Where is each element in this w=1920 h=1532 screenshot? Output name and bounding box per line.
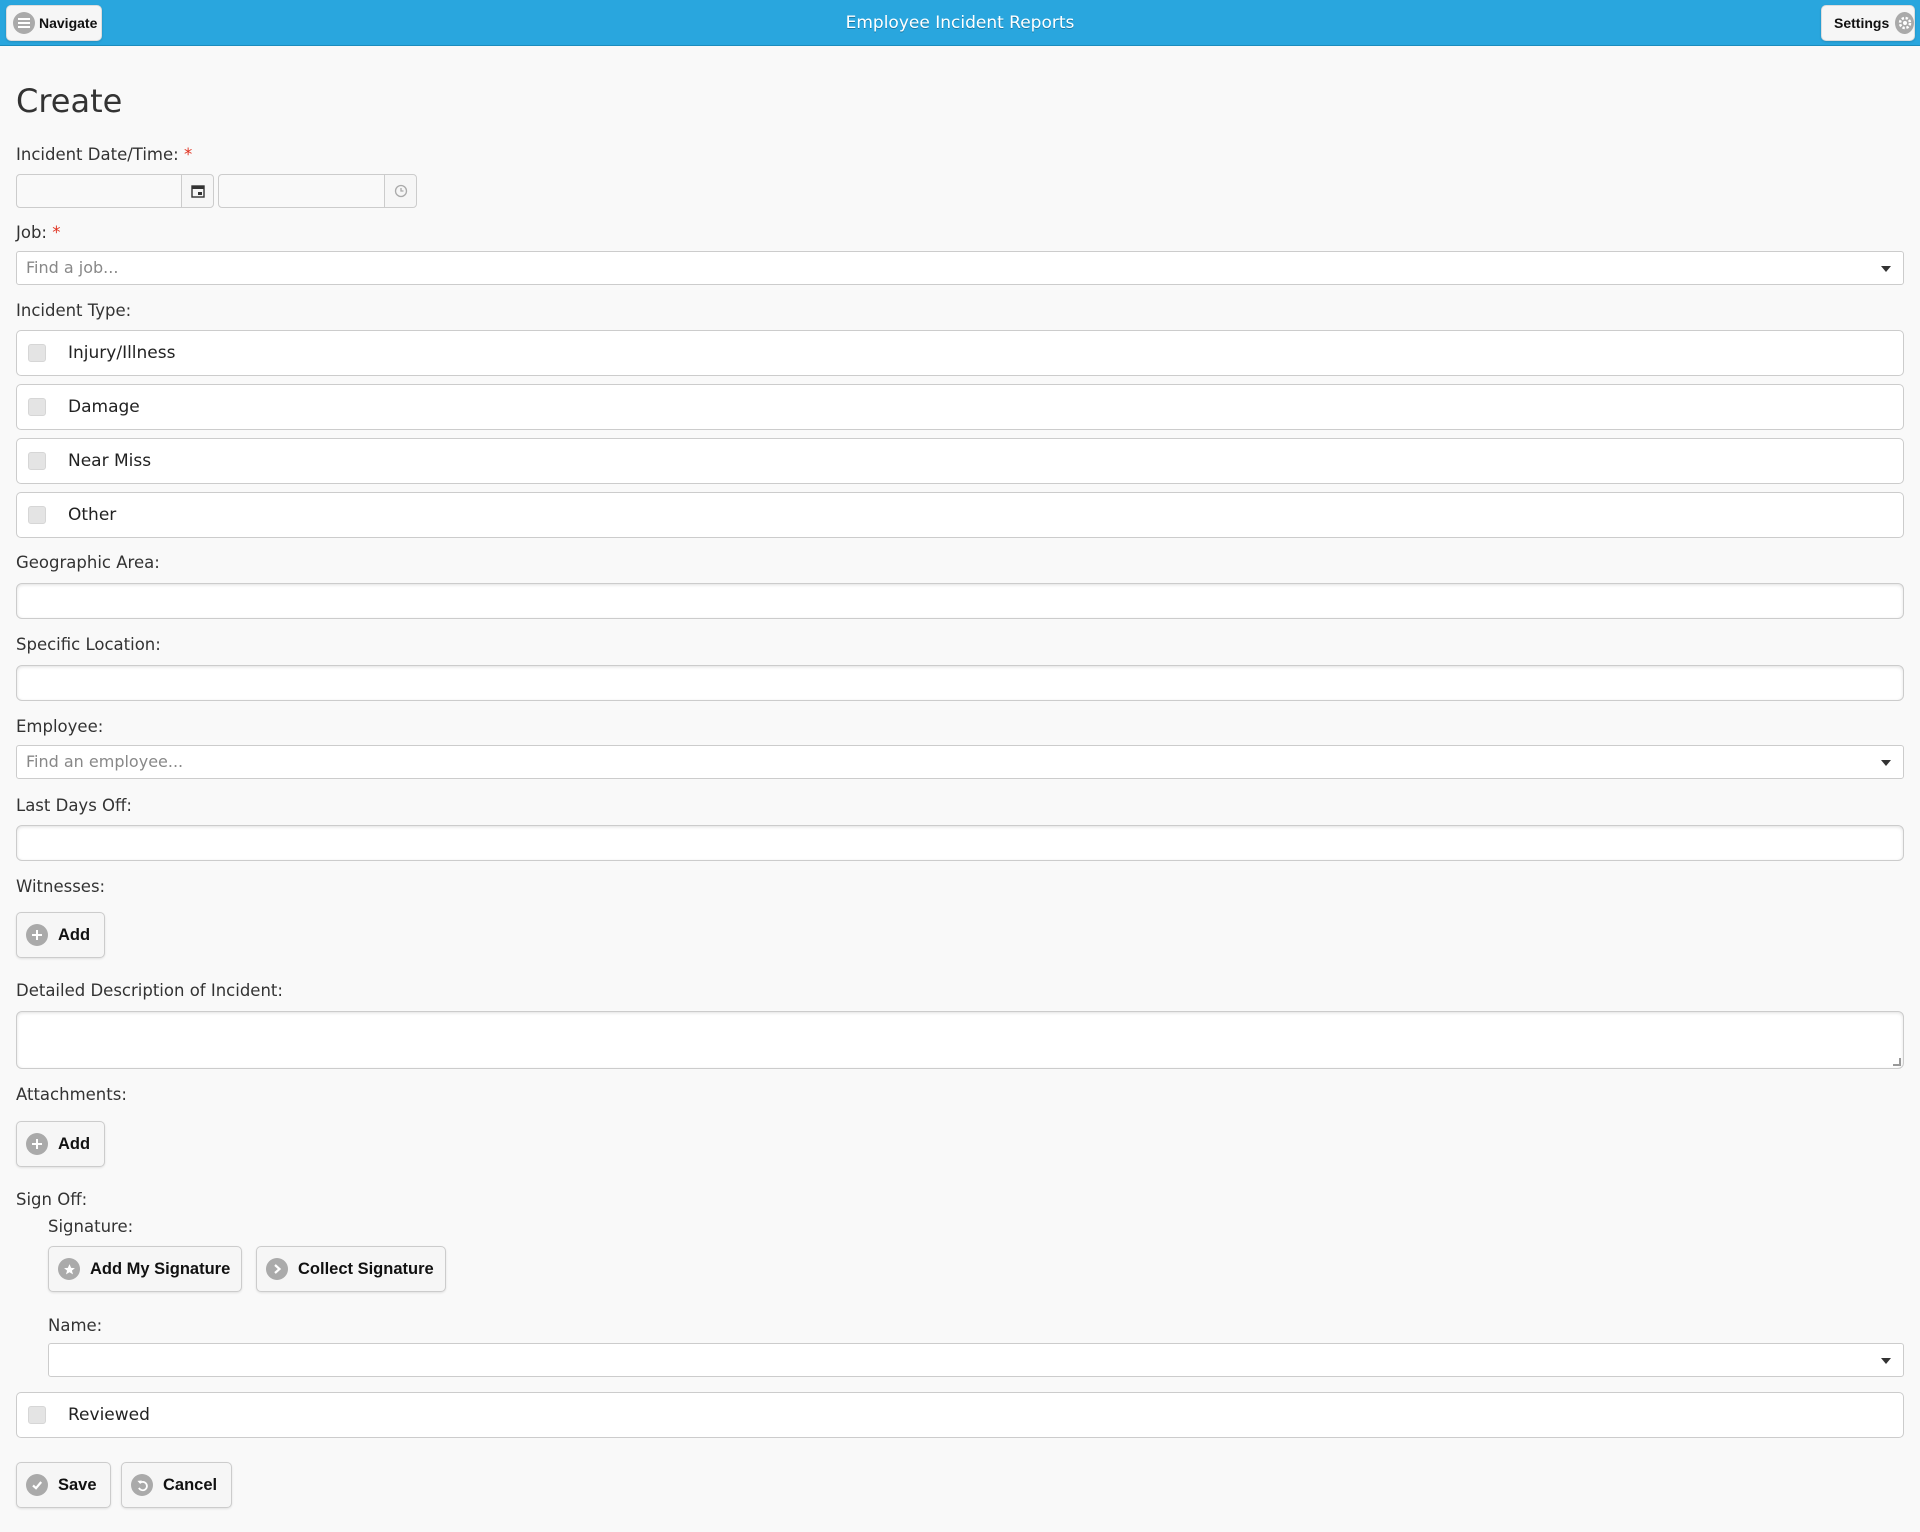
cancel-button[interactable]: Cancel <box>121 1462 232 1508</box>
option-label: Other <box>68 505 117 525</box>
incident-date-input[interactable] <box>17 175 181 207</box>
plus-icon <box>26 924 48 946</box>
app-header: Employee Incident Reports Navigate Setti… <box>0 0 1920 46</box>
calendar-button[interactable] <box>181 175 213 207</box>
add-my-signature-label: Add My Signature <box>90 1259 231 1278</box>
navigate-button[interactable]: Navigate <box>6 5 102 41</box>
checkbox[interactable] <box>28 398 46 416</box>
chevron-down-icon <box>1881 266 1891 272</box>
clock-button[interactable] <box>384 175 416 207</box>
last-days-off-input[interactable] <box>16 825 1904 861</box>
option-label: Injury/Illness <box>68 343 176 363</box>
settings-button[interactable]: Settings <box>1821 5 1915 41</box>
plus-icon <box>26 1133 48 1155</box>
name-label: Name: <box>48 1316 103 1335</box>
reviewed-label: Reviewed <box>68 1405 150 1425</box>
signature-label: Signature: <box>48 1217 134 1236</box>
calendar-icon <box>190 185 205 198</box>
job-placeholder: Find a job... <box>26 258 119 277</box>
add-attachment-button[interactable]: Add <box>16 1121 105 1167</box>
specific-location-label: Specific Location: <box>16 635 161 654</box>
option-label: Damage <box>68 397 140 417</box>
description-label: Detailed Description of Incident: <box>16 981 283 1000</box>
incident-type-damage-option[interactable]: Damage <box>16 384 1904 430</box>
collect-signature-button[interactable]: Collect Signature <box>256 1246 446 1292</box>
description-textarea[interactable] <box>16 1011 1904 1069</box>
required-mark: * <box>183 145 193 164</box>
reviewed-option[interactable]: Reviewed <box>16 1392 1904 1438</box>
navigate-label: Navigate <box>39 15 98 31</box>
incident-type-label: Incident Type: <box>16 301 132 320</box>
required-mark: * <box>52 223 61 242</box>
geographic-area-input[interactable] <box>16 583 1904 619</box>
menu-icon <box>13 12 35 34</box>
undo-icon <box>131 1474 153 1496</box>
job-label: Job: * <box>16 223 61 242</box>
save-label: Save <box>58 1475 97 1494</box>
checkbox[interactable] <box>28 452 46 470</box>
incident-type-other-option[interactable]: Other <box>16 492 1904 538</box>
cancel-label: Cancel <box>163 1475 218 1494</box>
resize-handle[interactable] <box>1893 1058 1901 1066</box>
checkbox[interactable] <box>28 506 46 524</box>
arrow-right-icon <box>266 1258 288 1280</box>
incident-time-field[interactable] <box>218 174 417 208</box>
collect-signature-label: Collect Signature <box>298 1259 434 1278</box>
chevron-down-icon <box>1881 760 1891 766</box>
add-witness-label: Add <box>58 925 91 944</box>
attachments-label: Attachments: <box>16 1085 127 1104</box>
employee-label: Employee: <box>16 717 104 736</box>
last-days-off-label: Last Days Off: <box>16 796 132 815</box>
chevron-down-icon <box>1881 1358 1891 1364</box>
name-select[interactable] <box>48 1343 1904 1377</box>
checkbox[interactable] <box>28 344 46 362</box>
star-icon <box>58 1258 80 1280</box>
save-button[interactable]: Save <box>16 1462 111 1508</box>
clock-icon <box>394 184 407 198</box>
witnesses-label: Witnesses: <box>16 877 106 896</box>
geographic-area-label: Geographic Area: <box>16 553 160 572</box>
sign-off-label: Sign Off: <box>16 1190 88 1209</box>
page-title: Create <box>16 82 123 120</box>
employee-select[interactable]: Find an employee... <box>16 745 1904 779</box>
check-icon <box>26 1474 48 1496</box>
add-attachment-label: Add <box>58 1134 91 1153</box>
option-label: Near Miss <box>68 451 152 471</box>
add-my-signature-button[interactable]: Add My Signature <box>48 1246 242 1292</box>
incident-time-input[interactable] <box>219 175 384 207</box>
incident-type-injury-option[interactable]: Injury/Illness <box>16 330 1904 376</box>
incident-date-field[interactable] <box>16 174 214 208</box>
specific-location-input[interactable] <box>16 665 1904 701</box>
settings-label: Settings <box>1834 15 1890 31</box>
employee-placeholder: Find an employee... <box>26 752 184 771</box>
job-select[interactable]: Find a job... <box>16 251 1904 285</box>
gear-icon <box>1895 12 1914 34</box>
checkbox[interactable] <box>28 1406 46 1424</box>
add-witness-button[interactable]: Add <box>16 912 105 958</box>
incident-type-near-miss-option[interactable]: Near Miss <box>16 438 1904 484</box>
incident-datetime-label: Incident Date/Time: * <box>16 145 193 164</box>
app-title: Employee Incident Reports <box>845 13 1075 33</box>
